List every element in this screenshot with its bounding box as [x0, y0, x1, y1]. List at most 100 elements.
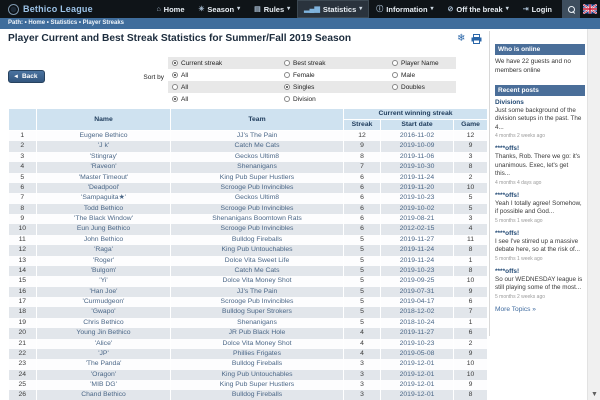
radio-label: Best streak	[293, 60, 326, 67]
game-cell: 10	[454, 183, 488, 193]
player-name-cell: 'Gwapo'	[37, 307, 171, 317]
nav-item-label: Off the break	[456, 5, 502, 14]
post-title-link[interactable]: Divisions	[495, 99, 585, 106]
team-cell: King Pub Untouchables	[171, 245, 344, 255]
table-row: 10 Eun Jung Bethico Scrooge Pub Invincib…	[9, 224, 488, 234]
player-name-cell: 'Stingray'	[37, 152, 171, 162]
streak-cell: 6	[344, 183, 381, 193]
post-title-link[interactable]: ****offs!	[495, 230, 585, 237]
rank-cell: 18	[9, 307, 37, 317]
filter-panel: Current streak Best streak Player Name A…	[168, 57, 456, 105]
table-row: 18 'Gwapo' Bulldog Super Strokers 5 2018…	[9, 307, 488, 317]
streak-cell: 7	[344, 162, 381, 172]
radio-label: All	[181, 72, 188, 79]
brand-logo[interactable]: Bethico League	[0, 0, 101, 18]
table-row: 17 'Curmudgeon' Scrooge Pub Invincibles …	[9, 297, 488, 307]
post-title-link[interactable]: ****offs!	[495, 192, 585, 199]
radio-button[interactable]	[392, 84, 398, 90]
streak-cell: 5	[344, 297, 381, 307]
team-cell: Bulldog Fireballs	[171, 359, 344, 369]
player-name-cell: 'Deadpool'	[37, 183, 171, 193]
post-title-link[interactable]: ****offs!	[495, 145, 585, 152]
nav-item-icon: ⓘ	[376, 6, 383, 13]
rank-cell: 6	[9, 183, 37, 193]
game-cell: 1	[454, 256, 488, 266]
back-button[interactable]: ◄ Back	[8, 70, 45, 83]
radio-button[interactable]	[392, 60, 398, 66]
start-date-cell: 2019-10-09	[381, 141, 454, 151]
nav-item[interactable]: ✳ Season	[192, 0, 248, 18]
player-name-cell: 'Bulgom'	[37, 266, 171, 276]
nav-item[interactable]: ⌂ Home	[149, 0, 191, 18]
table-row: 2 'J k' Catch Me Cats 9 2019-10-09 9	[9, 141, 488, 151]
player-name-cell: 'Master Timeout'	[37, 173, 171, 183]
radio-button[interactable]	[284, 72, 290, 78]
radio-button[interactable]	[284, 60, 290, 66]
post-timestamp: 4 months 2 weeks ago	[495, 133, 585, 139]
team-cell: Dolce Vita Money Shot	[171, 276, 344, 286]
radio-label: Singles	[293, 84, 314, 91]
nav-item-icon: ▂▄▆	[304, 6, 320, 13]
radio-button[interactable]	[392, 72, 398, 78]
table-row: 20 Young Jin Bethico JR Pub Black Hole 4…	[9, 328, 488, 338]
nav-item-icon: ⊘	[448, 6, 454, 13]
radio-label: Female	[293, 72, 315, 79]
nav-item[interactable]: ⓘ Information	[369, 0, 440, 18]
game-column-header: Game	[454, 120, 488, 131]
radio-button[interactable]	[172, 72, 178, 78]
radio-button[interactable]	[172, 84, 178, 90]
game-cell: 5	[454, 193, 488, 203]
table-row: 21 'Alice' Dolce Vita Money Shot 4 2019-…	[9, 339, 488, 349]
start-date-cell: 2019-10-23	[381, 193, 454, 203]
game-cell: 6	[454, 297, 488, 307]
nav-item[interactable]: ▂▄▆ Statistics	[297, 0, 369, 18]
player-name-cell: 'J k'	[37, 141, 171, 151]
page-scrollbar[interactable]: ▼	[587, 29, 600, 400]
snowflake-icon[interactable]: ❄	[457, 33, 465, 44]
post-title-link[interactable]: ****offs!	[495, 268, 585, 275]
streak-cell: 5	[344, 266, 381, 276]
filter-option: Male	[392, 72, 456, 79]
start-date-cell: 2019-11-27	[381, 235, 454, 245]
filter-option: Best streak	[284, 60, 392, 67]
player-name-cell: 'Oragon'	[37, 370, 171, 380]
table-row: 12 'Raga' King Pub Untouchables 5 2019-1…	[9, 245, 488, 255]
table-row: 8 Todd Bethico Scrooge Pub Invincibles 6…	[9, 204, 488, 214]
start-date-cell: 2019-12-01	[381, 380, 454, 390]
print-icon[interactable]	[471, 34, 482, 44]
nav-item-label: Statistics	[323, 5, 356, 14]
nav-item[interactable]: ⊘ Off the break	[441, 0, 516, 18]
radio-button[interactable]	[172, 96, 178, 102]
player-name-cell: 'Curmudgeon'	[37, 297, 171, 307]
game-cell: 5	[454, 204, 488, 214]
rank-cell: 2	[9, 141, 37, 151]
uk-flag-icon[interactable]	[583, 4, 597, 14]
start-date-cell: 2019-10-23	[381, 339, 454, 349]
radio-button[interactable]	[172, 60, 178, 66]
rank-cell: 26	[9, 390, 37, 400]
caret-down-icon	[359, 6, 362, 12]
back-arrow-icon: ◄	[13, 74, 19, 80]
search-button[interactable]	[562, 0, 580, 18]
nav-item-icon: ▤	[254, 6, 261, 13]
rank-cell: 11	[9, 235, 37, 245]
post-timestamp: 4 months 4 days ago	[495, 180, 585, 186]
nav-item[interactable]: ▤ Rules	[247, 0, 297, 18]
nav-item-icon: ✳	[199, 6, 205, 13]
radio-button[interactable]	[284, 96, 290, 102]
table-row: 15 'Yi' Dolce Vita Money Shot 5 2019-09-…	[9, 276, 488, 286]
player-name-cell: 'Alice'	[37, 339, 171, 349]
game-cell: 3	[454, 214, 488, 224]
streak-cell: 3	[344, 390, 381, 400]
scroll-down-icon[interactable]: ▼	[588, 391, 600, 398]
radio-button[interactable]	[284, 84, 290, 90]
recent-posts-list: Divisions Just some background of the di…	[495, 99, 585, 300]
player-name-cell: 'Yi'	[37, 276, 171, 286]
table-row: 23 'The Panda' Bulldog Fireballs 3 2019-…	[9, 359, 488, 369]
more-topics-link[interactable]: More Topics »	[495, 306, 585, 313]
search-icon	[568, 6, 575, 13]
rank-cell: 23	[9, 359, 37, 369]
table-row: 5 'Master Timeout' King Pub Super Hustle…	[9, 173, 488, 183]
nav-item[interactable]: ⇥ Login	[516, 0, 559, 18]
sidebar-divider	[489, 31, 490, 336]
